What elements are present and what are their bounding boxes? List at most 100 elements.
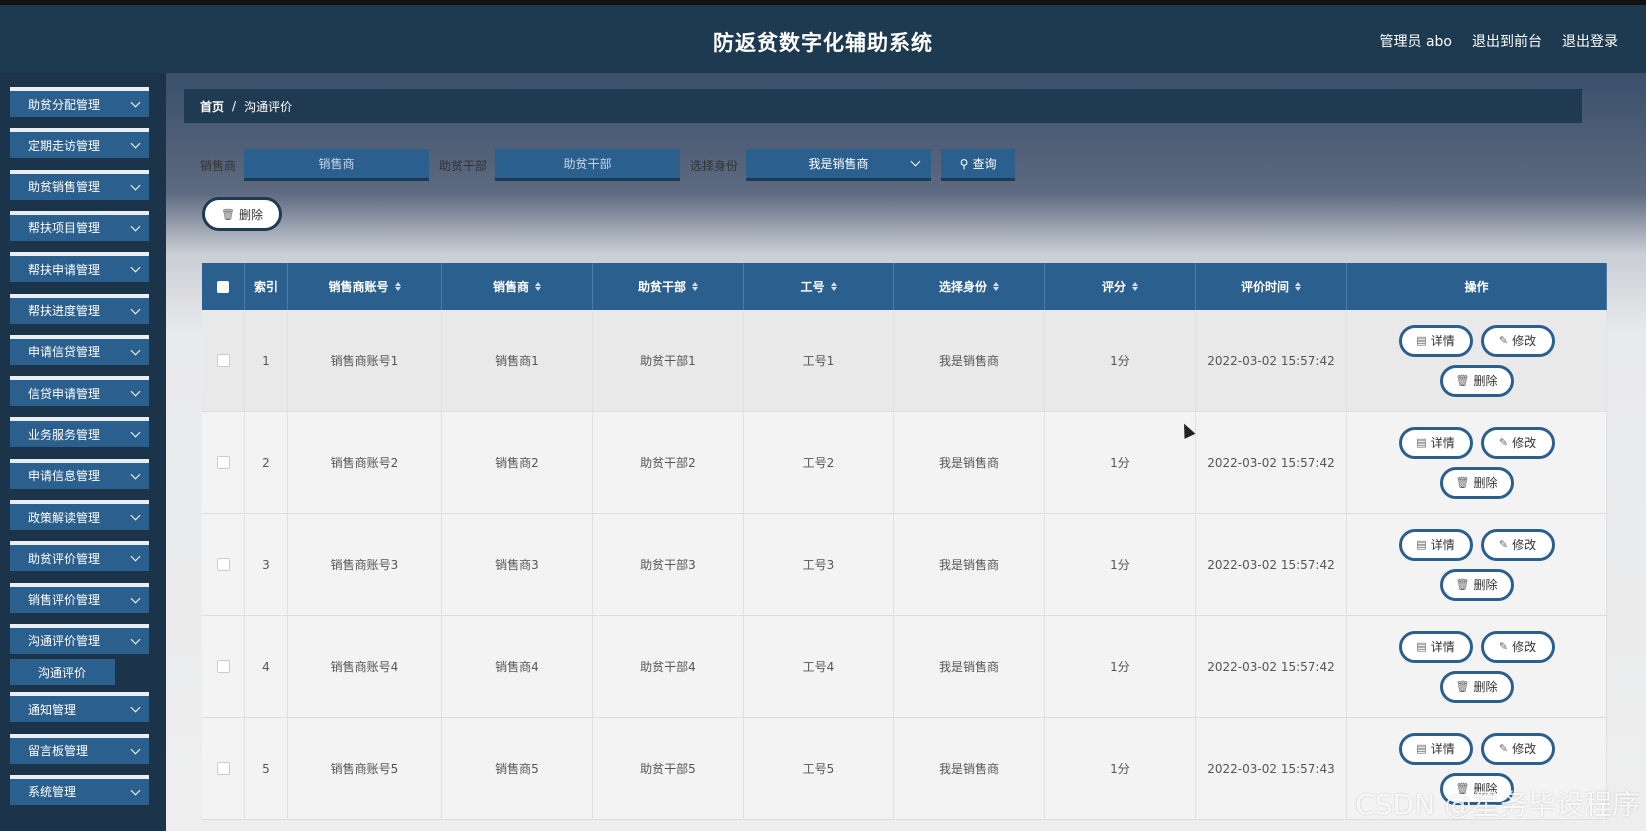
sidebar-item-label: 系统管理 [28, 785, 77, 800]
select-all-checkbox[interactable] [217, 280, 229, 293]
delete-button-label: 删除 [1473, 680, 1498, 694]
header-job-number[interactable]: 工号 [744, 263, 894, 310]
row-actions: ▤ 详情 ✎ 修改 🗑 删除 [1347, 310, 1607, 411]
sidebar-subitem-active[interactable]: 沟通评价 [10, 659, 115, 686]
chevron-down-icon [130, 180, 141, 191]
seller-input[interactable] [244, 149, 430, 181]
admin-user-link[interactable]: 管理员 abo [1380, 31, 1452, 51]
edit-button[interactable]: ✎ 修改 [1480, 528, 1555, 561]
row-select-cell[interactable] [202, 616, 245, 717]
sort-icon[interactable] [394, 282, 401, 291]
row-checkbox[interactable] [216, 558, 230, 571]
edit-button[interactable]: ✎ 修改 [1480, 630, 1555, 663]
search-icon: ⚲ [959, 156, 969, 171]
table-row: 1 销售商账号1 销售商1 助贫干部1 工号1 我是销售商 1分 2022-03-02 15:… [202, 310, 1607, 412]
trash-icon: 🗑 [221, 207, 235, 221]
sort-icon[interactable] [535, 282, 541, 291]
sidebar-item-4[interactable]: 帮扶申请管理 [10, 252, 149, 283]
sidebar-item-9[interactable]: 申请信息管理 [10, 458, 149, 489]
sidebar-item-5[interactable]: 帮扶进度管理 [10, 293, 149, 324]
header-score[interactable]: 评分 [1045, 263, 1196, 310]
breadcrumb-current: 沟通评价 [244, 99, 293, 114]
sidebar-item-7[interactable]: 信贷申请管理 [10, 376, 149, 407]
document-icon: ▤ [1416, 334, 1427, 347]
sidebar-item-label: 助贫销售管理 [28, 180, 101, 195]
header-eval-time-label: 评价时间 [1240, 280, 1289, 294]
logout-link[interactable]: 退出登录 [1562, 31, 1618, 51]
header-identity[interactable]: 选择身份 [894, 263, 1045, 310]
delete-button[interactable]: 🗑 删除 [1439, 568, 1514, 601]
sidebar-item-label: 政策解读管理 [28, 510, 101, 525]
row-checkbox[interactable] [216, 456, 230, 469]
sort-icon[interactable] [1295, 282, 1301, 291]
cell-seller-account: 销售商账号3 [288, 514, 442, 615]
identity-label: 选择身份 [690, 158, 739, 173]
row-select-cell[interactable] [202, 412, 245, 513]
sidebar-item-0[interactable]: 助贫分配管理 [10, 87, 149, 117]
sort-icon[interactable] [993, 282, 999, 291]
detail-button[interactable]: ▤ 详情 [1398, 324, 1473, 357]
delete-button-label: 删除 [1473, 476, 1498, 490]
batch-delete-button[interactable]: 🗑 删除 [202, 197, 282, 231]
detail-button[interactable]: ▤ 详情 [1398, 426, 1473, 459]
cell-cadre: 助贫干部2 [593, 412, 744, 513]
detail-button-label: 详情 [1430, 436, 1455, 450]
sidebar-item-10[interactable]: 政策解读管理 [10, 500, 149, 530]
cadre-label: 助贫干部 [439, 158, 488, 173]
sort-icon[interactable] [692, 282, 698, 291]
sidebar-item-label: 帮扶项目管理 [28, 221, 101, 236]
identity-select-value: 我是销售商 [808, 157, 869, 171]
delete-button[interactable]: 🗑 删除 [1439, 364, 1514, 397]
edit-icon: ✎ [1498, 436, 1509, 449]
header-eval-time[interactable]: 评价时间 [1196, 263, 1347, 310]
sidebar-item-after-2[interactable]: 系统管理 [10, 774, 149, 805]
row-checkbox[interactable] [216, 762, 230, 775]
sidebar-item-after-0[interactable]: 通知管理 [10, 692, 149, 723]
header-actions: 操作 [1347, 263, 1607, 310]
row-select-cell[interactable] [202, 514, 245, 615]
sidebar-item-1[interactable]: 定期走访管理 [10, 128, 149, 159]
trash-icon: 🗑 [1455, 680, 1470, 693]
edit-button[interactable]: ✎ 修改 [1480, 426, 1555, 459]
back-to-front-link[interactable]: 退出到前台 [1472, 31, 1542, 51]
cadre-input[interactable] [495, 149, 681, 181]
sidebar-item-label: 申请信贷管理 [28, 345, 101, 360]
detail-button[interactable]: ▤ 详情 [1398, 630, 1473, 663]
sidebar-item-3[interactable]: 帮扶项目管理 [10, 210, 149, 241]
header-cadre[interactable]: 助贫干部 [593, 263, 744, 310]
cell-identity: 我是销售商 [894, 616, 1045, 717]
header-seller-account[interactable]: 销售商账号 [288, 263, 442, 310]
cell-eval-time: 2022-03-02 15:57:42 [1196, 310, 1347, 411]
detail-button[interactable]: ▤ 详情 [1398, 732, 1473, 765]
detail-button[interactable]: ▤ 详情 [1398, 528, 1473, 561]
sort-icon[interactable] [830, 282, 837, 291]
cell-index: 2 [245, 412, 288, 513]
edit-button-label: 修改 [1512, 538, 1537, 552]
sidebar-item-8[interactable]: 业务服务管理 [10, 417, 149, 448]
header-seller[interactable]: 销售商 [442, 263, 593, 310]
sidebar-item-2[interactable]: 助贫销售管理 [10, 169, 149, 200]
cell-job-number: 工号1 [744, 310, 894, 411]
sort-icon[interactable] [1132, 282, 1138, 291]
sidebar-item-11[interactable]: 助贫评价管理 [10, 541, 149, 572]
sidebar-item-12[interactable]: 销售评价管理 [10, 582, 149, 613]
sidebar-item-after-1[interactable]: 留言板管理 [10, 733, 149, 764]
sidebar-item-label: 留言板管理 [28, 744, 89, 758]
edit-button[interactable]: ✎ 修改 [1480, 324, 1555, 357]
detail-button-label: 详情 [1430, 538, 1455, 552]
row-actions-top: ▤ 详情 ✎ 修改 [1398, 426, 1555, 459]
row-checkbox[interactable] [216, 354, 230, 367]
sidebar-item-6[interactable]: 申请信贷管理 [10, 334, 149, 365]
trash-icon: 🗑 [1455, 476, 1470, 489]
row-checkbox[interactable] [216, 660, 230, 673]
edit-button[interactable]: ✎ 修改 [1480, 732, 1555, 765]
delete-button[interactable]: 🗑 删除 [1439, 670, 1514, 703]
query-button[interactable]: ⚲ 查询 [941, 149, 1016, 181]
select-all-cell[interactable] [202, 263, 245, 310]
identity-select[interactable]: 我是销售商 [746, 149, 932, 181]
row-select-cell[interactable] [202, 718, 245, 819]
row-select-cell[interactable] [202, 310, 245, 411]
delete-button[interactable]: 🗑 删除 [1439, 466, 1514, 499]
sidebar-item-13[interactable]: 沟通评价管理 [10, 623, 149, 654]
breadcrumb-home[interactable]: 首页 [200, 98, 224, 115]
